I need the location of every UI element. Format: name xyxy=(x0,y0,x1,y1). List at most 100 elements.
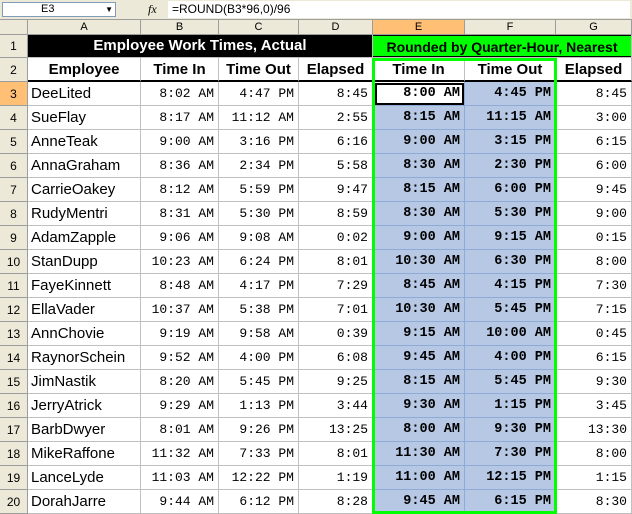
time-in-cell[interactable]: 8:17 AM xyxy=(141,106,219,130)
rounded-time-out-cell[interactable]: 6:00 PM xyxy=(465,178,556,202)
rounded-elapsed-cell[interactable]: 7:30 xyxy=(556,274,632,298)
rounded-elapsed-cell[interactable]: 13:30 xyxy=(556,418,632,442)
rounded-time-in-cell[interactable]: 9:00 AM xyxy=(373,130,465,154)
row-header-10[interactable]: 10 xyxy=(0,250,28,274)
row-header-11[interactable]: 11 xyxy=(0,274,28,298)
time-out-cell[interactable]: 1:13 PM xyxy=(219,394,299,418)
time-in-cell[interactable]: 8:01 AM xyxy=(141,418,219,442)
employee-cell[interactable]: FayeKinnett xyxy=(28,274,141,298)
time-out-cell[interactable]: 7:33 PM xyxy=(219,442,299,466)
rounded-elapsed-cell[interactable]: 6:15 xyxy=(556,130,632,154)
rounded-time-in-cell[interactable]: 9:45 AM xyxy=(373,490,465,514)
column-header-f[interactable]: F xyxy=(465,20,556,35)
rounded-elapsed-cell[interactable]: 3:45 xyxy=(556,394,632,418)
rounded-elapsed-cell[interactable]: 9:00 xyxy=(556,202,632,226)
header-rounded-time-in[interactable]: Time In xyxy=(373,58,465,82)
employee-cell[interactable]: MikeRaffone xyxy=(28,442,141,466)
column-header-e[interactable]: E xyxy=(373,20,465,35)
rounded-time-in-cell[interactable]: 8:15 AM xyxy=(373,178,465,202)
elapsed-cell[interactable]: 6:16 xyxy=(299,130,373,154)
row-header-18[interactable]: 18 xyxy=(0,442,28,466)
rounded-time-out-cell[interactable]: 4:15 PM xyxy=(465,274,556,298)
rounded-time-in-cell[interactable]: 8:15 AM xyxy=(373,106,465,130)
header-rounded-elapsed[interactable]: Elapsed xyxy=(556,58,632,82)
header-time-in[interactable]: Time In xyxy=(141,58,219,82)
elapsed-cell[interactable]: 9:25 xyxy=(299,370,373,394)
time-in-cell[interactable]: 9:29 AM xyxy=(141,394,219,418)
time-out-cell[interactable]: 9:58 AM xyxy=(219,322,299,346)
elapsed-cell[interactable]: 1:19 xyxy=(299,466,373,490)
employee-cell[interactable]: StanDupp xyxy=(28,250,141,274)
elapsed-cell[interactable]: 7:01 xyxy=(299,298,373,322)
employee-cell[interactable]: AnnaGraham xyxy=(28,154,141,178)
elapsed-cell[interactable]: 8:01 xyxy=(299,250,373,274)
rounded-time-in-cell[interactable]: 8:00 AM xyxy=(373,418,465,442)
elapsed-cell[interactable]: 8:01 xyxy=(299,442,373,466)
time-in-cell[interactable]: 8:20 AM xyxy=(141,370,219,394)
rounded-elapsed-cell[interactable]: 8:30 xyxy=(556,490,632,514)
rounded-time-in-cell[interactable]: 9:15 AM xyxy=(373,322,465,346)
employee-cell[interactable]: JerryAtrick xyxy=(28,394,141,418)
time-in-cell[interactable]: 11:32 AM xyxy=(141,442,219,466)
time-in-cell[interactable]: 8:02 AM xyxy=(141,82,219,106)
rounded-time-in-cell[interactable]: 8:15 AM xyxy=(373,370,465,394)
elapsed-cell[interactable]: 8:45 xyxy=(299,82,373,106)
rounded-time-out-cell[interactable]: 6:15 PM xyxy=(465,490,556,514)
rounded-time-in-cell[interactable]: 11:00 AM xyxy=(373,466,465,490)
column-header-g[interactable]: G xyxy=(556,20,632,35)
rounded-time-in-cell[interactable]: 9:00 AM xyxy=(373,226,465,250)
header-time-out[interactable]: Time Out xyxy=(219,58,299,82)
rounded-time-in-cell[interactable]: 8:30 AM xyxy=(373,154,465,178)
rounded-elapsed-cell[interactable]: 8:45 xyxy=(556,82,632,106)
row-header-8[interactable]: 8 xyxy=(0,202,28,226)
row-header-1[interactable]: 1 xyxy=(0,35,28,58)
row-header-4[interactable]: 4 xyxy=(0,106,28,130)
time-out-cell[interactable]: 4:17 PM xyxy=(219,274,299,298)
rounded-elapsed-cell[interactable]: 0:15 xyxy=(556,226,632,250)
time-out-cell[interactable]: 5:38 PM xyxy=(219,298,299,322)
employee-cell[interactable]: LanceLyde xyxy=(28,466,141,490)
rounded-time-out-cell[interactable]: 11:15 AM xyxy=(465,106,556,130)
column-header-b[interactable]: B xyxy=(141,20,219,35)
rounded-time-out-cell[interactable]: 10:00 AM xyxy=(465,322,556,346)
time-out-cell[interactable]: 9:08 AM xyxy=(219,226,299,250)
time-out-cell[interactable]: 5:30 PM xyxy=(219,202,299,226)
time-in-cell[interactable]: 9:00 AM xyxy=(141,130,219,154)
rounded-elapsed-cell[interactable]: 6:15 xyxy=(556,346,632,370)
employee-cell[interactable]: RaynorSchein xyxy=(28,346,141,370)
time-out-cell[interactable]: 9:26 PM xyxy=(219,418,299,442)
column-header-a[interactable]: A xyxy=(28,20,141,35)
rounded-elapsed-cell[interactable]: 8:00 xyxy=(556,250,632,274)
rounded-time-out-cell[interactable]: 3:15 PM xyxy=(465,130,556,154)
row-header-15[interactable]: 15 xyxy=(0,370,28,394)
time-in-cell[interactable]: 10:37 AM xyxy=(141,298,219,322)
rounded-time-out-cell[interactable]: 6:30 PM xyxy=(465,250,556,274)
row-header-17[interactable]: 17 xyxy=(0,418,28,442)
row-header-3[interactable]: 3 xyxy=(0,82,28,106)
time-out-cell[interactable]: 4:47 PM xyxy=(219,82,299,106)
row-header-6[interactable]: 6 xyxy=(0,154,28,178)
formula-input[interactable]: =ROUND(B3*96,0)/96 xyxy=(168,1,630,18)
elapsed-cell[interactable]: 13:25 xyxy=(299,418,373,442)
row-header-2[interactable]: 2 xyxy=(0,58,28,82)
elapsed-cell[interactable]: 8:28 xyxy=(299,490,373,514)
time-in-cell[interactable]: 8:36 AM xyxy=(141,154,219,178)
rounded-elapsed-cell[interactable]: 1:15 xyxy=(556,466,632,490)
header-elapsed[interactable]: Elapsed xyxy=(299,58,373,82)
time-out-cell[interactable]: 2:34 PM xyxy=(219,154,299,178)
row-header-14[interactable]: 14 xyxy=(0,346,28,370)
rounded-time-out-cell[interactable]: 9:30 PM xyxy=(465,418,556,442)
time-out-cell[interactable]: 5:59 PM xyxy=(219,178,299,202)
time-in-cell[interactable]: 8:31 AM xyxy=(141,202,219,226)
employee-cell[interactable]: AdamZapple xyxy=(28,226,141,250)
time-out-cell[interactable]: 3:16 PM xyxy=(219,130,299,154)
time-in-cell[interactable]: 11:03 AM xyxy=(141,466,219,490)
row-header-16[interactable]: 16 xyxy=(0,394,28,418)
row-header-20[interactable]: 20 xyxy=(0,490,28,514)
rounded-time-out-cell[interactable]: 4:45 PM xyxy=(465,82,556,106)
dropdown-arrow-icon[interactable]: ▼ xyxy=(105,3,113,16)
rounded-elapsed-cell[interactable]: 3:00 xyxy=(556,106,632,130)
employee-cell[interactable]: EllaVader xyxy=(28,298,141,322)
employee-cell[interactable]: BarbDwyer xyxy=(28,418,141,442)
rounded-elapsed-cell[interactable]: 9:30 xyxy=(556,370,632,394)
